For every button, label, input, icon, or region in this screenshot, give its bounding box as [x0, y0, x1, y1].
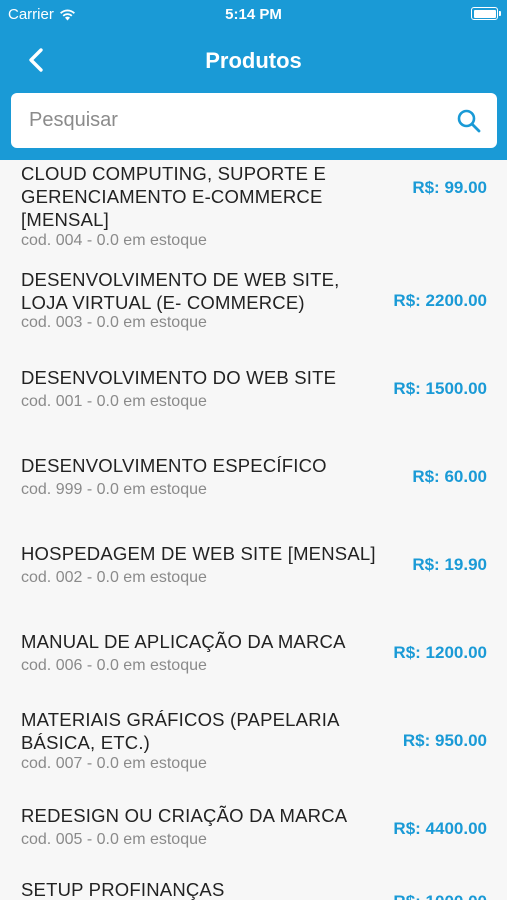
product-name: DESENVOLVIMENTO DO WEB SITE — [21, 367, 337, 388]
product-price: R$: 1500.00 — [393, 379, 487, 398]
product-item[interactable]: SETUP PROFINANÇAS R$: 1000.00 — [0, 876, 507, 900]
product-meta: cod. 004 - 0.0 em estoque — [21, 232, 207, 249]
product-price: R$: 950.00 — [402, 731, 487, 750]
product-name: MATERIAIS GRÁFICOS (PAPELARIA BÁSICA, ET… — [21, 709, 339, 753]
product-price: R$: 1200.00 — [393, 643, 487, 662]
product-price: R$: 99.00 — [412, 178, 487, 197]
product-item[interactable]: REDESIGN OU CRIAÇÃO DA MARCA cod. 005 - … — [0, 794, 507, 876]
product-meta: cod. 002 - 0.0 em estoque — [21, 569, 207, 586]
product-price: R$: 60.00 — [412, 467, 487, 486]
product-item[interactable]: CLOUD COMPUTING, SUPORTE E GERENCIAMENTO… — [0, 160, 507, 258]
product-price: R$: 1000.00 — [393, 892, 487, 900]
product-list: CLOUD COMPUTING, SUPORTE E GERENCIAMENTO… — [0, 160, 507, 900]
page-title: Produtos — [205, 48, 302, 73]
product-price: R$: 2200.00 — [393, 291, 487, 310]
product-item[interactable]: MANUAL DE APLICAÇÃO DA MARCA cod. 006 - … — [0, 614, 507, 702]
product-price: R$: 4400.00 — [393, 819, 487, 838]
product-name: DESENVOLVIMENTO DE WEB SITE, LOJA VIRTUA… — [21, 269, 340, 313]
product-name: REDESIGN OU CRIAÇÃO DA MARCA — [21, 805, 348, 826]
navigation-bar: Produtos — [0, 36, 507, 84]
product-meta: cod. 005 - 0.0 em estoque — [21, 831, 207, 848]
product-item[interactable]: MATERIAIS GRÁFICOS (PAPELARIA BÁSICA, ET… — [0, 702, 507, 794]
search-input[interactable] — [11, 93, 441, 148]
status-bar: Carrier 5:14 PM — [0, 0, 507, 28]
product-name: SETUP PROFINANÇAS — [21, 879, 225, 900]
product-item[interactable]: DESENVOLVIMENTO ESPECÍFICO cod. 999 - 0.… — [0, 438, 507, 526]
product-item[interactable]: DESENVOLVIMENTO DE WEB SITE, LOJA VIRTUA… — [0, 258, 507, 338]
product-price: R$: 19.90 — [412, 555, 487, 574]
search-bar — [11, 93, 497, 148]
product-item[interactable]: HOSPEDAGEM DE WEB SITE [MENSAL] cod. 002… — [0, 526, 507, 614]
product-meta: cod. 001 - 0.0 em estoque — [21, 393, 207, 410]
product-item[interactable]: DESENVOLVIMENTO DO WEB SITE cod. 001 - 0… — [0, 350, 507, 438]
product-name: HOSPEDAGEM DE WEB SITE [MENSAL] — [21, 543, 376, 564]
product-meta: cod. 003 - 0.0 em estoque — [21, 314, 207, 331]
app-header: Carrier 5:14 PM Produtos — [0, 0, 507, 160]
product-name: MANUAL DE APLICAÇÃO DA MARCA — [21, 631, 346, 652]
status-time: 5:14 PM — [225, 6, 282, 23]
product-name: CLOUD COMPUTING, SUPORTE E GERENCIAMENTO… — [21, 163, 327, 230]
product-meta: cod. 999 - 0.0 em estoque — [21, 481, 207, 498]
product-name: DESENVOLVIMENTO ESPECÍFICO — [21, 455, 327, 476]
product-meta: cod. 006 - 0.0 em estoque — [21, 657, 207, 674]
search-icon[interactable] — [455, 107, 483, 135]
product-meta: cod. 007 - 0.0 em estoque — [21, 755, 207, 772]
battery-icon — [471, 7, 501, 20]
